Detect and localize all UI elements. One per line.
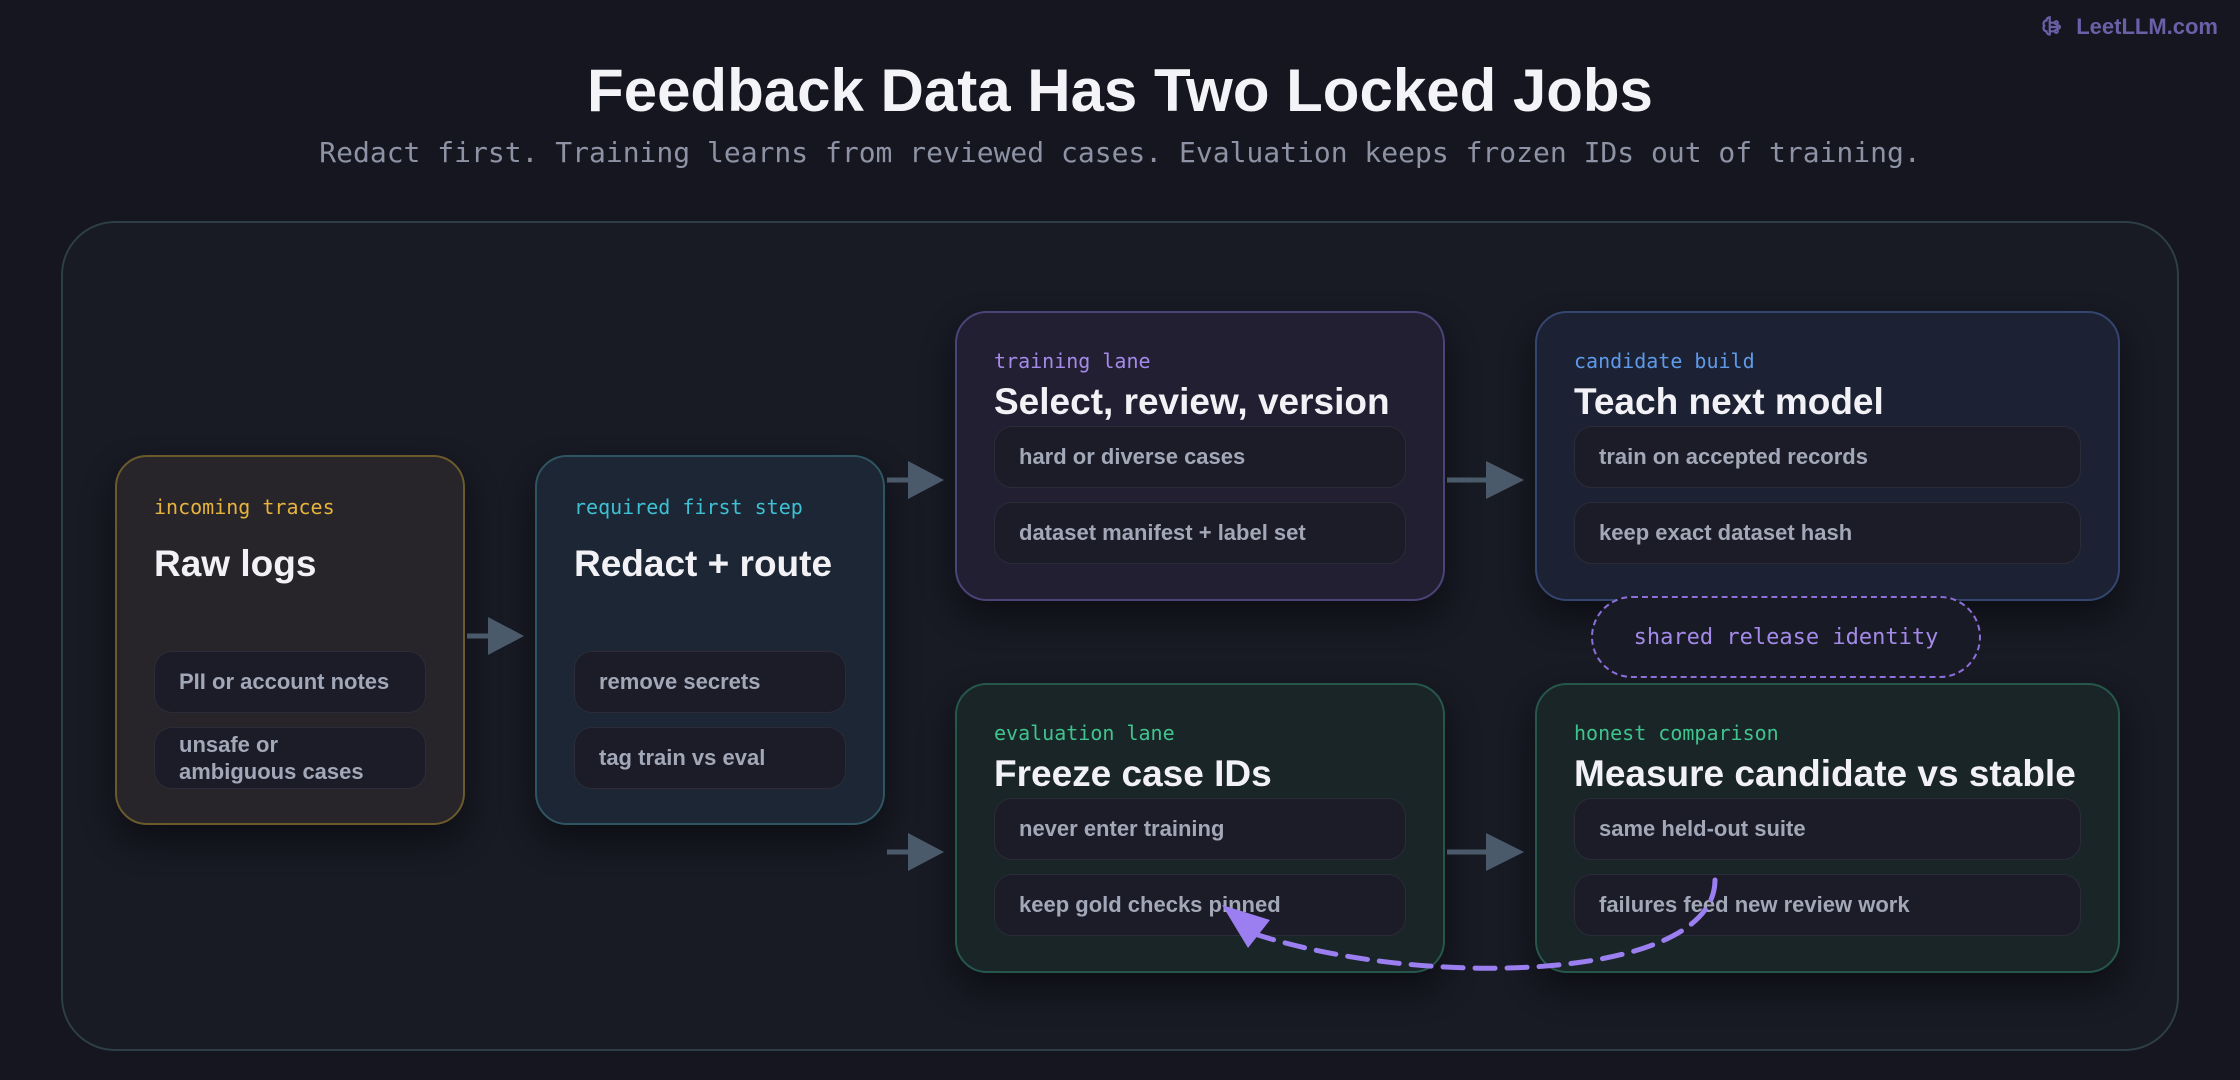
- arrow-training-to-candidate: [1447, 461, 1524, 499]
- flow-arrows: [467, 461, 1718, 971]
- arrow-raw-to-redact: [467, 617, 524, 655]
- arrow-evaluation-to-comparison: [1447, 833, 1524, 871]
- arrow-redact-to-training: [887, 461, 944, 499]
- arrow-feedback-loop: [1222, 877, 1718, 971]
- arrow-redact-to-evaluation: [887, 833, 944, 871]
